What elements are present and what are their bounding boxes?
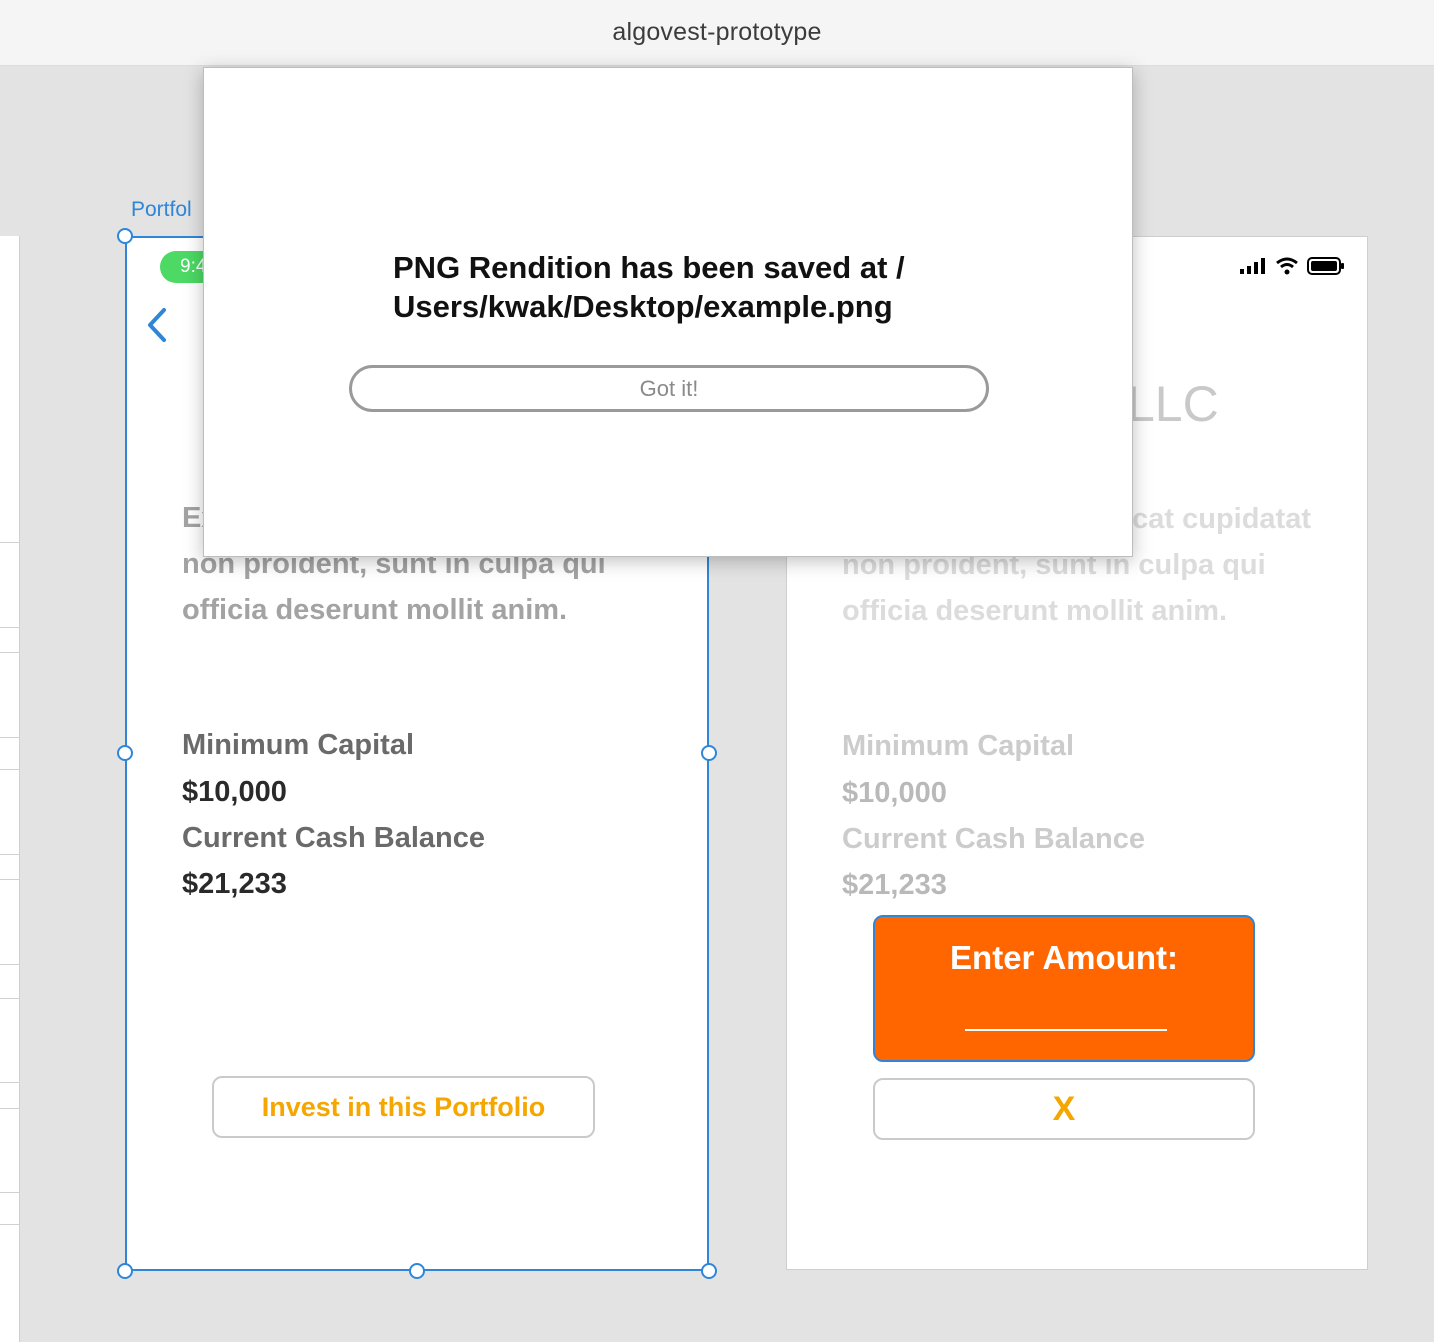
resize-handle-left[interactable] <box>117 745 133 761</box>
sidebar-divider <box>0 879 20 880</box>
cash-balance-label-faded: Current Cash Balance <box>842 823 1145 855</box>
sidebar-divider <box>0 1192 20 1193</box>
dialog-message: PNG Rendition has been saved at / Users/… <box>393 250 905 324</box>
sidebar-divider <box>0 769 20 770</box>
got-it-button[interactable]: Got it! <box>349 365 989 412</box>
sidebar-divider <box>0 1224 20 1225</box>
amount-input-line[interactable] <box>965 1029 1167 1031</box>
enter-amount-box[interactable]: Enter Amount: <box>873 915 1255 1062</box>
signal-icon <box>1240 258 1265 274</box>
sidebar-divider <box>0 542 20 543</box>
sidebar-divider <box>0 998 20 999</box>
cash-balance-value: $21,233 <box>182 868 287 900</box>
resize-handle-top-left[interactable] <box>117 228 133 244</box>
close-amount-button[interactable]: X <box>873 1078 1255 1140</box>
png-saved-dialog: PNG Rendition has been saved at / Users/… <box>203 67 1133 557</box>
min-capital-value-faded: $10,000 <box>842 777 947 809</box>
resize-handle-bottom-left[interactable] <box>117 1263 133 1279</box>
window-title: algovest-prototype <box>612 18 822 46</box>
sidebar-divider <box>0 627 20 628</box>
enter-amount-label: Enter Amount: <box>950 939 1178 976</box>
sidebar-divider <box>0 854 20 855</box>
sidebar-divider <box>0 652 20 653</box>
sidebar-divider <box>0 1082 20 1083</box>
portfolio-title-fragment: LLC <box>1127 376 1219 432</box>
window-titlebar: algovest-prototype <box>0 0 1434 66</box>
min-capital-value: $10,000 <box>182 776 287 808</box>
back-chevron-icon[interactable] <box>145 306 169 344</box>
resize-handle-bottom[interactable] <box>409 1263 425 1279</box>
invest-button[interactable]: Invest in this Portfolio <box>212 1076 595 1138</box>
status-icons <box>1239 257 1345 275</box>
cash-balance-label: Current Cash Balance <box>182 822 485 854</box>
resize-handle-bottom-right[interactable] <box>701 1263 717 1279</box>
battery-icon <box>1307 257 1344 275</box>
min-capital-label-faded: Minimum Capital <box>842 730 1075 762</box>
artboard-label[interactable]: Portfol <box>131 198 192 222</box>
sidebar-divider <box>0 737 20 738</box>
sidebar-divider <box>0 964 20 965</box>
resize-handle-right[interactable] <box>701 745 717 761</box>
sidebar-divider <box>0 1108 20 1109</box>
layers-sidebar[interactable] <box>0 236 20 1342</box>
wifi-icon <box>1276 257 1298 275</box>
cash-balance-value-faded: $21,233 <box>842 869 947 901</box>
min-capital-label: Minimum Capital <box>182 729 415 761</box>
